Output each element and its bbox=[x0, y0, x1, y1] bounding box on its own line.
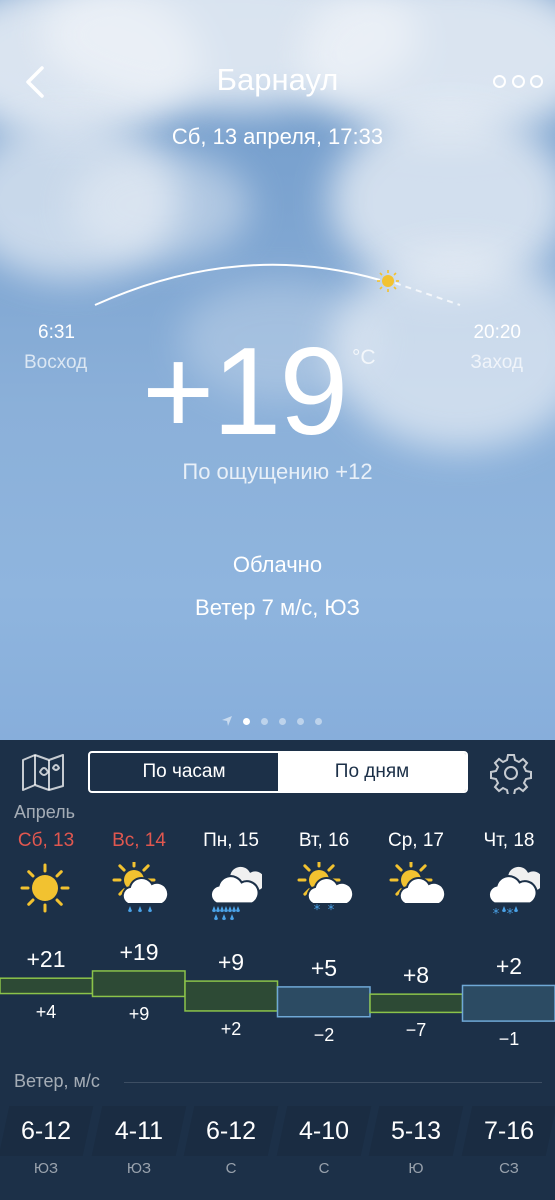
low-temperature: +4 bbox=[35, 1001, 57, 1022]
sun-position-icon bbox=[377, 270, 399, 292]
temperature-unit: °C bbox=[352, 346, 376, 369]
sunrise-time: 6:31 bbox=[38, 322, 75, 343]
weather-hero: Барнаул Сб, 13 апреля, 17:33 6:31 Восход bbox=[0, 0, 555, 740]
current-temperature: +19 bbox=[142, 323, 348, 461]
sunny-icon bbox=[20, 863, 70, 913]
location-arrow-icon bbox=[222, 716, 232, 726]
forecast-day[interactable]: Вс, 14 bbox=[93, 830, 185, 922]
day-label: Вт, 16 bbox=[298, 830, 350, 851]
temperature-range-bar bbox=[276, 986, 371, 1018]
svg-text:*: * bbox=[328, 903, 335, 918]
page-dot bbox=[297, 717, 304, 725]
wind-direction: Ю bbox=[408, 1160, 424, 1177]
wind-direction: ЮЗ bbox=[33, 1160, 59, 1177]
wind-speed: 4-11 bbox=[114, 1117, 164, 1145]
high-temperature: +2 bbox=[495, 953, 523, 980]
sun-path-arc bbox=[94, 263, 461, 306]
wind-speed-cell: 6-12 bbox=[183, 1106, 279, 1156]
wind-direction: С bbox=[225, 1160, 237, 1177]
wind-speed: 6-12 bbox=[20, 1117, 72, 1145]
divider bbox=[124, 1082, 542, 1083]
forecast-month: Апрель bbox=[14, 802, 76, 822]
forecast-day[interactable]: Ср, 17 bbox=[370, 830, 462, 922]
high-temperature: +19 bbox=[119, 938, 159, 965]
temperature-range-bar bbox=[461, 984, 555, 1022]
day-label: Вс, 14 bbox=[112, 830, 166, 851]
wind-direction: С bbox=[318, 1160, 330, 1177]
settings-button[interactable] bbox=[490, 752, 532, 796]
day-label: Чт, 18 bbox=[483, 830, 535, 851]
high-temperature: +5 bbox=[310, 954, 338, 981]
page-dot bbox=[279, 717, 286, 725]
temperature-range-bar bbox=[184, 980, 279, 1012]
high-temperature: +8 bbox=[402, 962, 430, 989]
map-button[interactable] bbox=[20, 752, 66, 792]
temperature-range-bar bbox=[91, 970, 186, 998]
sunset-time: 20:20 bbox=[473, 322, 521, 343]
view-mode-switch[interactable]: По часам По дням bbox=[88, 751, 468, 793]
svg-text:*: * bbox=[314, 903, 321, 918]
tab-hourly[interactable]: По часам bbox=[90, 753, 278, 791]
low-temperature: −1 bbox=[498, 1029, 520, 1050]
wind-speed: 4-10 bbox=[298, 1117, 350, 1145]
page-dot bbox=[261, 717, 268, 725]
forecast-day[interactable]: Сб, 13 bbox=[0, 830, 92, 922]
gear-icon bbox=[490, 754, 532, 796]
wind-direction: ЮЗ bbox=[126, 1160, 152, 1177]
page-dot bbox=[315, 717, 322, 725]
day-label: Пн, 15 bbox=[203, 830, 259, 851]
cloudy-heavy-rain-icon bbox=[209, 865, 262, 921]
wind-direction: СЗ bbox=[499, 1160, 519, 1177]
day-label: Сб, 13 bbox=[17, 830, 75, 851]
wind-speed-cell: 7-16 bbox=[461, 1106, 555, 1156]
low-temperature: +9 bbox=[128, 1004, 150, 1025]
wind-speed-cell: 6-12 bbox=[0, 1106, 94, 1156]
partly-cloudy-rain-icon bbox=[112, 862, 170, 913]
low-temperature: −7 bbox=[405, 1020, 427, 1041]
day-label: Ср, 17 bbox=[388, 830, 444, 851]
sunrise-label: Восход bbox=[24, 352, 88, 373]
high-temperature: +9 bbox=[217, 949, 245, 976]
partly-cloudy-snow-icon: * * bbox=[297, 862, 355, 918]
weather-condition: Облачно bbox=[232, 552, 323, 577]
svg-text:*: * bbox=[493, 907, 500, 922]
wind-speed: 7-16 bbox=[483, 1117, 535, 1145]
wind-speed-cell: 4-11 bbox=[91, 1106, 187, 1156]
low-temperature: +2 bbox=[220, 1018, 242, 1039]
feels-like: По ощущению +12 bbox=[182, 459, 373, 484]
forecast-day[interactable]: Вт, 16 * * bbox=[278, 830, 370, 922]
sunset-label: Заход bbox=[470, 352, 523, 373]
forecast-day[interactable]: Чт, 18 * * bbox=[463, 830, 555, 922]
page-dot bbox=[243, 717, 250, 725]
tab-daily[interactable]: По дням bbox=[278, 753, 466, 791]
wind-speed-cell: 5-13 bbox=[368, 1106, 464, 1156]
page-indicator[interactable] bbox=[222, 716, 322, 726]
forecast-panel: По часам По дням Апрель Сб, 13 Вс, 14 Пн,… bbox=[0, 740, 555, 1200]
wind-speed-cell: 4-10 bbox=[276, 1106, 372, 1156]
cloudy-snow-rain-icon: * * bbox=[487, 865, 540, 922]
forecast-day[interactable]: Пн, 15 bbox=[185, 830, 277, 922]
svg-text:*: * bbox=[507, 907, 514, 922]
low-temperature: −2 bbox=[313, 1024, 335, 1045]
wind-speed: 6-12 bbox=[205, 1117, 257, 1145]
temperature-range-bar bbox=[369, 993, 464, 1014]
high-temperature: +21 bbox=[26, 946, 66, 973]
wind-speed: 5-13 bbox=[390, 1117, 442, 1145]
temperature-range-bar bbox=[0, 977, 94, 995]
weather-map-icon bbox=[22, 754, 64, 791]
current-wind: Ветер 7 м/с, ЮЗ bbox=[195, 595, 360, 620]
partly-cloudy-icon bbox=[389, 862, 447, 905]
wind-section-title: Ветер, м/с bbox=[14, 1071, 100, 1091]
